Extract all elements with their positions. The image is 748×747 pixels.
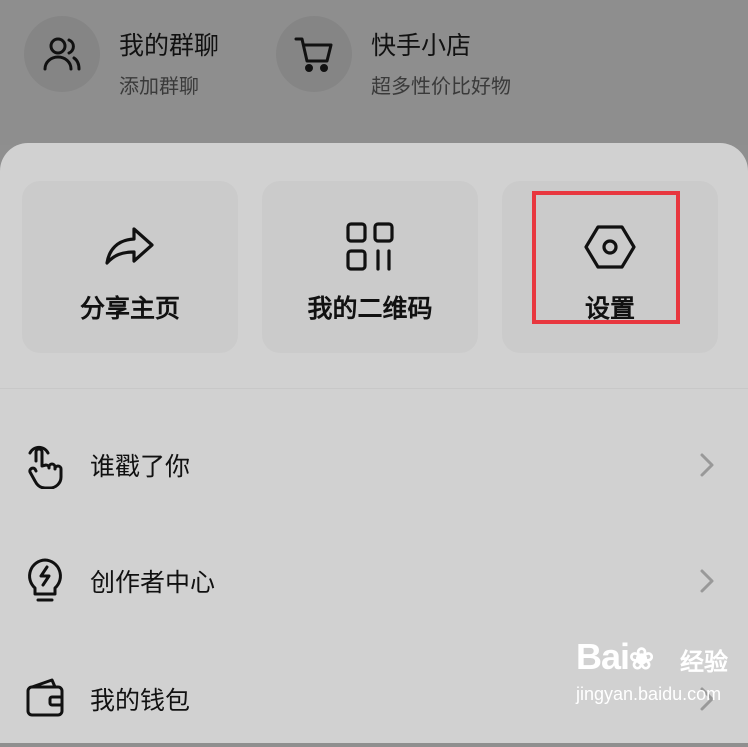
share-homepage-button[interactable]: 分享主页 — [22, 181, 238, 353]
group-chat-title: 我的群聊 — [119, 31, 220, 60]
top-strip: 我的群聊 添加群聊 快手小店 超多性价比好物 — [0, 0, 748, 145]
wallet-icon — [26, 678, 64, 717]
chevron-right-icon — [700, 569, 714, 593]
settings-label: 设置 — [584, 294, 635, 323]
my-qr-code-label: 我的二维码 — [307, 294, 433, 323]
watermark-jingyan-text: 经验 — [680, 648, 728, 676]
my-qr-code-button[interactable]: 我的二维码 — [262, 181, 478, 353]
menu-label-my-wallet: 我的钱包 — [90, 686, 191, 715]
menu-label-creator-center: 创作者中心 — [90, 568, 216, 597]
store-title: 快手小店 — [371, 31, 472, 60]
baidu-jingyan-watermark: Bai❀ 经验 jingyan.baidu.com — [576, 636, 746, 720]
store-subtitle: 超多性价比好物 — [371, 74, 511, 98]
menu-item-creator-center[interactable]: 创作者中心 — [0, 533, 748, 629]
chevron-right-icon — [700, 453, 714, 477]
watermark-url: jingyan.baidu.com — [576, 684, 722, 704]
settings-icon — [584, 225, 636, 269]
group-chat-subtitle: 添加群聊 — [119, 74, 199, 98]
group-icon — [43, 37, 81, 71]
finger-tap-icon — [28, 445, 63, 489]
settings-button[interactable]: 设置 — [502, 181, 718, 353]
cart-icon-circle — [276, 16, 352, 92]
watermark-logo: Bai❀ — [576, 636, 654, 677]
qr-code-icon — [346, 222, 394, 271]
menu-item-who-poked-you[interactable]: 谁戳了你 — [0, 417, 748, 513]
cart-icon — [294, 37, 333, 72]
paw-icon: ❀ — [629, 643, 654, 676]
share-icon — [105, 227, 154, 265]
sheet-divider — [0, 388, 748, 389]
menu-label-who-poked-you: 谁戳了你 — [90, 452, 191, 481]
group-icon-circle — [24, 16, 100, 92]
share-homepage-label: 分享主页 — [79, 294, 180, 323]
lightbulb-icon — [28, 558, 62, 602]
